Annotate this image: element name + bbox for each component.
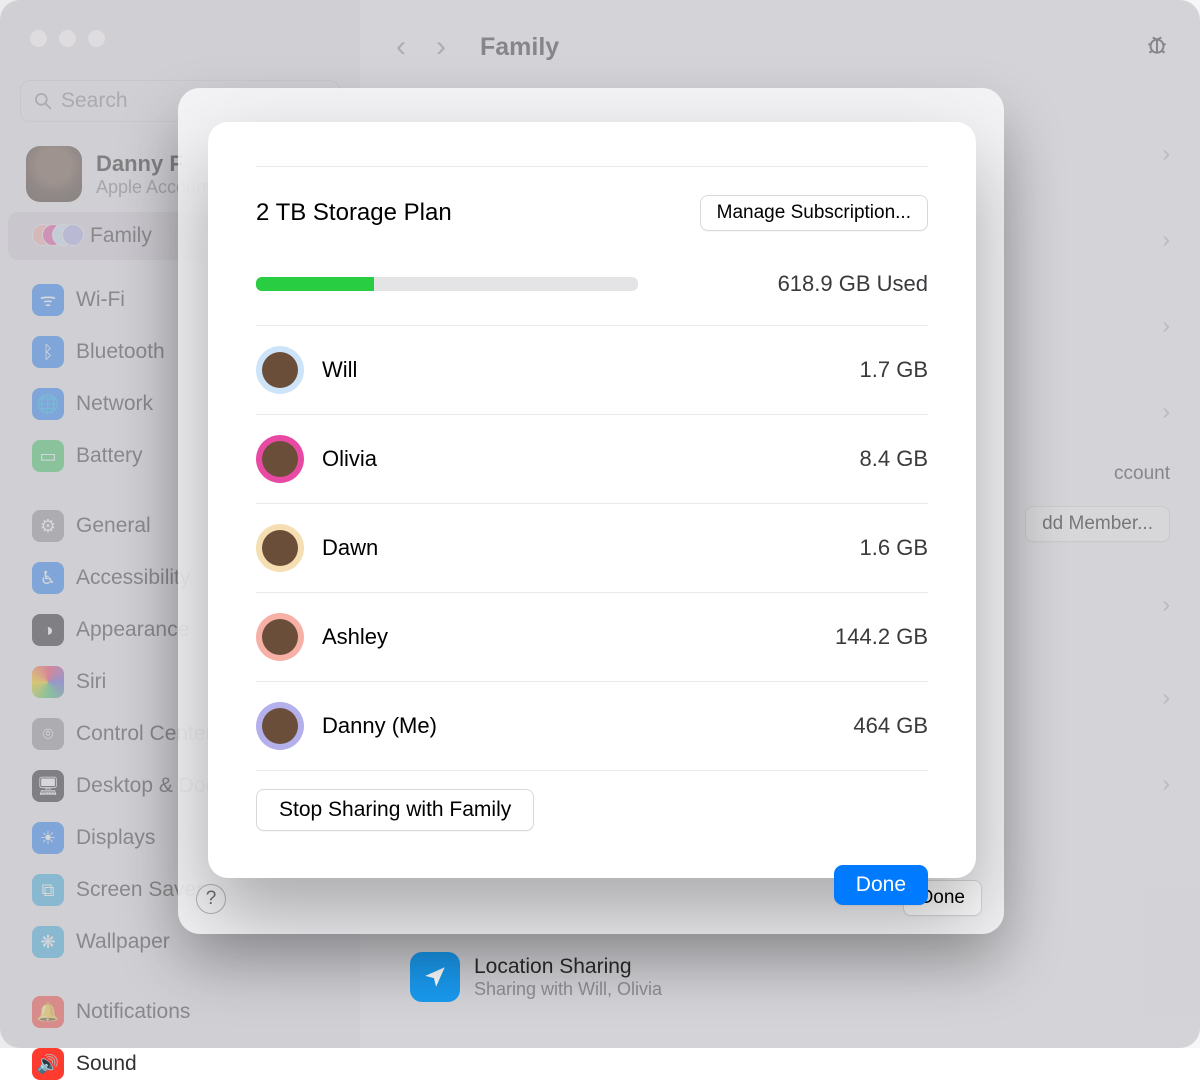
storage-usage-row: 618.9 GB Used <box>256 251 928 326</box>
location-sharing-sub: Sharing with Will, Olivia <box>474 979 662 1000</box>
member-list: Will 1.7 GB Olivia 8.4 GB Dawn 1.6 GB Ashley 14… <box>256 326 928 771</box>
storage-progress-bar <box>256 277 638 291</box>
sidebar-item-label: Sound <box>76 1052 137 1076</box>
location-sharing-title: Location Sharing <box>474 955 662 979</box>
location-sharing-row[interactable]: Location Sharing Sharing with Will, Oliv… <box>410 952 662 1002</box>
member-row[interactable]: Ashley 144.2 GB <box>256 593 928 682</box>
avatar <box>256 613 304 661</box>
member-storage-size: 1.7 GB <box>860 357 928 383</box>
traffic-lights <box>30 30 105 47</box>
avatar <box>256 346 304 394</box>
member-row[interactable]: Dawn 1.6 GB <box>256 504 928 593</box>
fullscreen-window-button[interactable] <box>88 30 105 47</box>
close-window-button[interactable] <box>30 30 47 47</box>
help-button[interactable]: ? <box>196 884 226 914</box>
minimize-window-button[interactable] <box>59 30 76 47</box>
manage-subscription-button[interactable]: Manage Subscription... <box>700 195 928 231</box>
sound-icon: 🔊 <box>32 1048 64 1080</box>
member-name: Olivia <box>322 446 377 472</box>
member-storage-size: 1.6 GB <box>860 535 928 561</box>
avatar <box>256 702 304 750</box>
storage-used-label: 618.9 GB Used <box>778 271 928 297</box>
member-name: Will <box>322 357 357 383</box>
location-arrow-icon <box>410 952 460 1002</box>
settings-window: Search Danny F Apple Account Family ᯤWi-… <box>0 0 1200 1048</box>
storage-plan-title: 2 TB Storage Plan <box>256 199 452 227</box>
member-name: Danny (Me) <box>322 713 437 739</box>
member-row[interactable]: Danny (Me) 464 GB <box>256 682 928 771</box>
member-row[interactable]: Will 1.7 GB <box>256 326 928 415</box>
member-storage-size: 144.2 GB <box>835 624 928 650</box>
done-button[interactable]: Done <box>834 865 928 905</box>
member-storage-size: 464 GB <box>853 713 928 739</box>
member-name: Dawn <box>322 535 378 561</box>
storage-sheet: 2 TB Storage Plan Manage Subscription...… <box>208 122 976 878</box>
stop-sharing-button[interactable]: Stop Sharing with Family <box>256 789 534 831</box>
member-storage-size: 8.4 GB <box>860 446 928 472</box>
storage-progress-fill <box>256 277 374 291</box>
member-row[interactable]: Olivia 8.4 GB <box>256 415 928 504</box>
avatar <box>256 435 304 483</box>
avatar <box>256 524 304 572</box>
member-name: Ashley <box>322 624 388 650</box>
